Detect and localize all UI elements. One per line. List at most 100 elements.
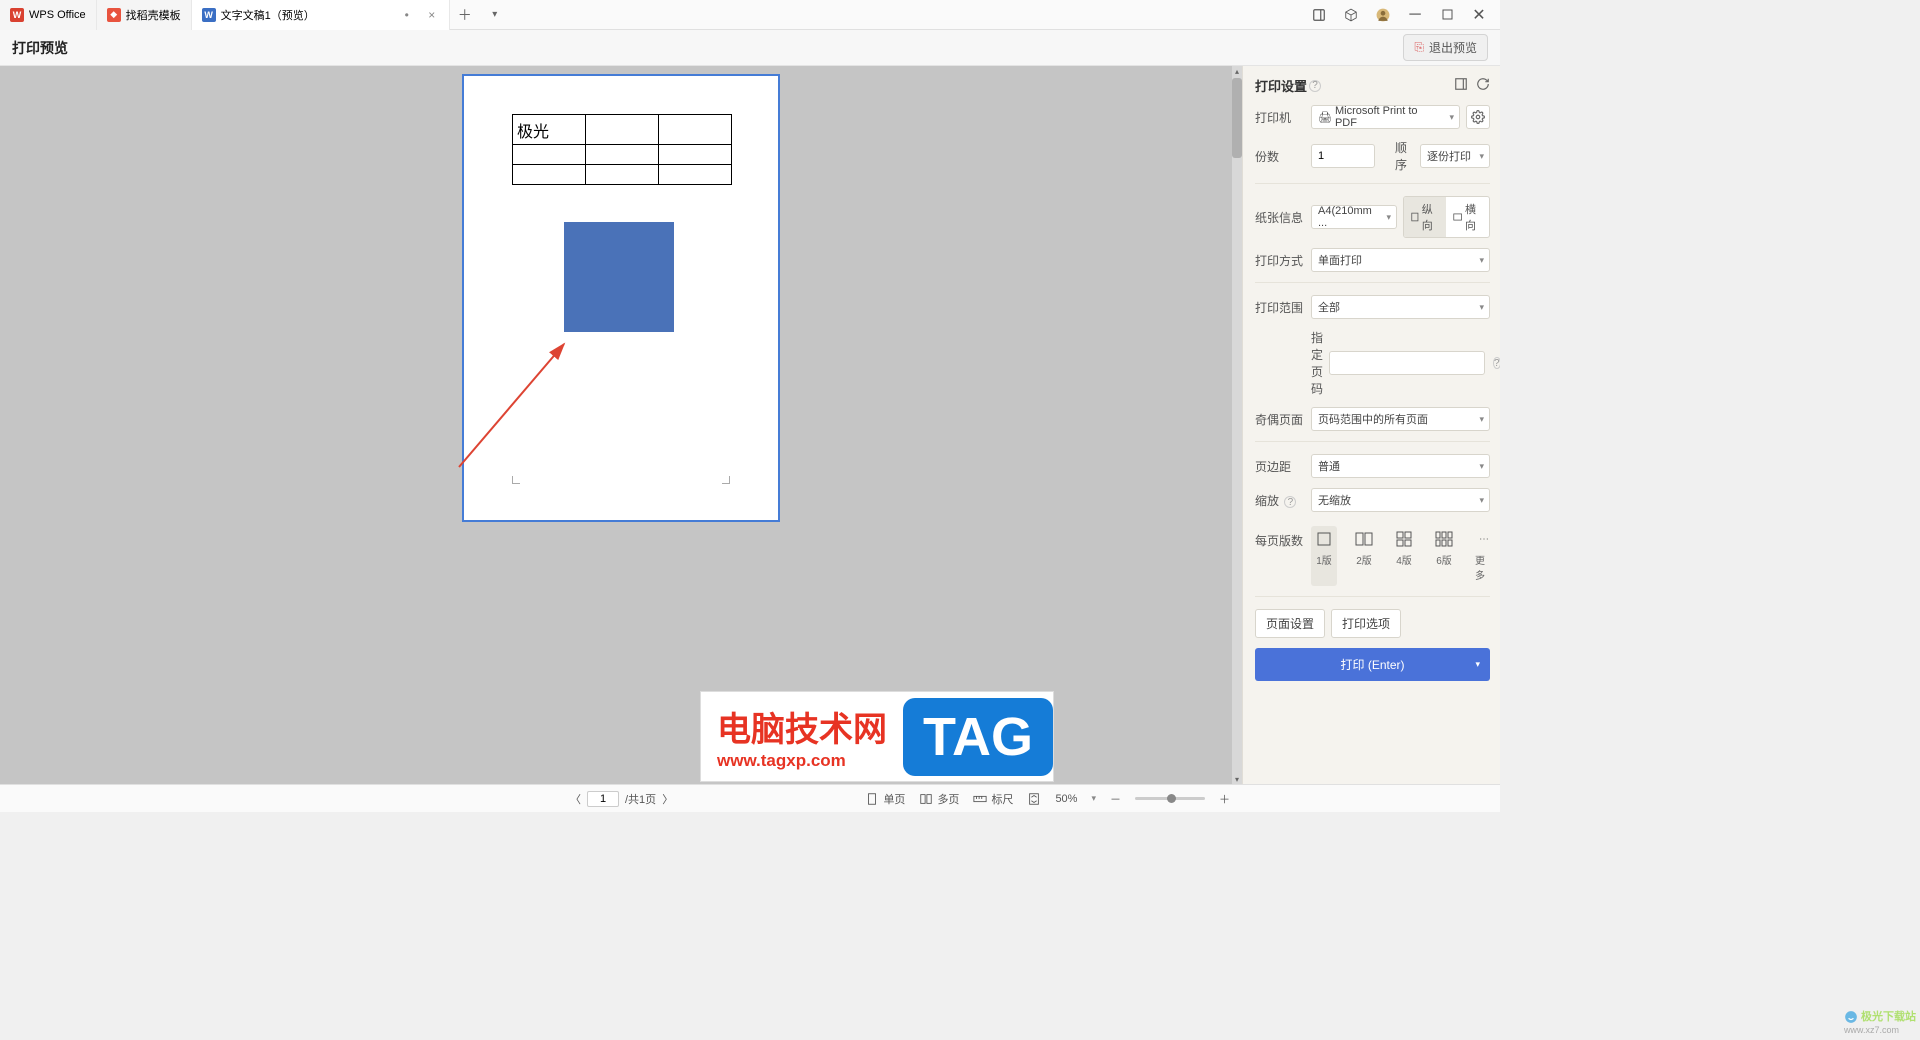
exit-preview-button[interactable]: ⎘ 退出预览 [1403, 34, 1488, 61]
preview-canvas[interactable]: 极光 ▴ ▾ 电脑技术网 www.tagxp.com [0, 66, 1242, 784]
method-select[interactable]: 单面打印 [1311, 248, 1490, 272]
paper-select-value: A4(210mm ... [1318, 205, 1378, 229]
help-icon[interactable]: ? [1493, 357, 1500, 369]
close-window-button[interactable]: ✕ [1466, 2, 1492, 28]
perpage-label: 每页版数 [1255, 522, 1305, 549]
page-number-input[interactable] [587, 791, 619, 807]
specify-page-input[interactable] [1329, 351, 1485, 375]
scroll-down-icon[interactable]: ▾ [1232, 774, 1242, 784]
paper-select[interactable]: A4(210mm ... [1311, 205, 1397, 229]
perpage-option-1[interactable]: 1版 [1311, 526, 1337, 586]
orientation-landscape[interactable]: 横向 [1446, 197, 1489, 237]
range-select-value: 全部 [1318, 299, 1340, 315]
perpage-label: 2版 [1356, 552, 1372, 567]
tab-label: 找稻壳模板 [126, 7, 181, 23]
tab-templates[interactable]: ◆ 找稻壳模板 [97, 0, 192, 30]
perpage-option-2[interactable]: 2版 [1351, 526, 1377, 586]
table-cell: 极光 [513, 115, 586, 145]
order-select[interactable]: 逐份打印 [1420, 144, 1490, 168]
preview-header: 打印预览 ⎘ 退出预览 [0, 30, 1500, 66]
orientation-portrait[interactable]: 纵向 [1404, 197, 1446, 237]
fit-page-button[interactable] [1027, 792, 1041, 806]
view-multi-page[interactable]: 多页 [919, 791, 959, 807]
perpage-option-4[interactable]: 4版 [1391, 526, 1417, 586]
parity-label: 奇偶页面 [1255, 411, 1305, 428]
main: 极光 ▴ ▾ 电脑技术网 www.tagxp.com [0, 66, 1500, 784]
next-page-button[interactable]: 〉 [662, 791, 673, 807]
watermark-text2: www.tagxp.com [717, 751, 887, 771]
page-title: 打印预览 [12, 38, 68, 58]
print-settings-panel: 打印设置 ? 打印机 🖨 Microsoft Print to PDF 份数 顺… [1242, 66, 1500, 784]
template-icon: ◆ [107, 8, 121, 22]
tab-document[interactable]: W 文字文稿1（预览） • × [192, 0, 450, 30]
word-icon: W [202, 8, 216, 22]
ruler-toggle[interactable]: 标尺 [973, 791, 1013, 807]
orientation-toggle: 纵向 横向 [1403, 196, 1490, 238]
maximize-button[interactable] [1434, 2, 1460, 28]
tab-menu-button[interactable]: ▾ [480, 9, 510, 20]
prev-page-button[interactable]: 〈 [570, 791, 581, 807]
panel-icon[interactable] [1306, 2, 1332, 28]
print-btn-label: 打印 (Enter) [1340, 656, 1404, 673]
zoom-out-button[interactable]: － [1110, 791, 1121, 807]
watermark-badge: TAG [903, 698, 1053, 776]
refresh-icon[interactable] [1476, 77, 1490, 94]
new-tab-button[interactable]: ＋ [450, 5, 480, 25]
method-select-value: 单面打印 [1318, 252, 1362, 268]
vertical-scrollbar[interactable]: ▴ ▾ [1232, 66, 1242, 784]
zoom-slider[interactable] [1135, 797, 1205, 800]
method-label: 打印方式 [1255, 252, 1305, 269]
page-setup-button[interactable]: 页面设置 [1255, 609, 1325, 638]
printer-settings-button[interactable] [1466, 105, 1490, 129]
zoom-slider-handle[interactable] [1167, 794, 1176, 803]
wps-icon: W [10, 8, 24, 22]
range-select[interactable]: 全部 [1311, 295, 1490, 319]
copies-label: 份数 [1255, 148, 1305, 165]
page-total-label: /共1页 [625, 791, 656, 807]
orient-portrait-label: 纵向 [1422, 201, 1439, 233]
print-options-button[interactable]: 打印选项 [1331, 609, 1401, 638]
exit-icon: ⎘ [1414, 40, 1424, 55]
watermark-overlay: 电脑技术网 www.tagxp.com TAG [700, 691, 1054, 782]
order-select-value: 逐份打印 [1427, 148, 1471, 164]
pages-2-icon [1355, 530, 1373, 548]
print-button[interactable]: 打印 (Enter) [1255, 648, 1490, 681]
watermark-site: 极光下载站 www.xz7.com [1844, 1008, 1916, 1036]
close-icon[interactable]: × [425, 8, 439, 22]
avatar-icon[interactable] [1370, 2, 1396, 28]
scroll-up-icon[interactable]: ▴ [1232, 66, 1242, 76]
view-multi-label: 多页 [937, 791, 959, 807]
printer-select[interactable]: 🖨 Microsoft Print to PDF [1311, 105, 1460, 129]
zoom-value: 50% [1055, 793, 1077, 805]
ruler-label: 标尺 [991, 791, 1013, 807]
scroll-thumb[interactable] [1232, 78, 1242, 158]
help-icon[interactable]: ? [1309, 80, 1321, 92]
perpage-option-6[interactable]: 6版 [1431, 526, 1457, 586]
minimize-button[interactable]: ─ [1402, 2, 1428, 28]
margin-select[interactable]: 普通 [1311, 454, 1490, 478]
parity-select[interactable]: 页码范围中的所有页面 [1311, 407, 1490, 431]
watermark-text1: 电脑技术网 [717, 702, 887, 751]
tab-label: 文字文稿1（预览） [221, 7, 315, 23]
layout-icon[interactable] [1454, 77, 1468, 94]
paper-label: 纸张信息 [1255, 209, 1305, 226]
pages-1-icon [1315, 530, 1333, 548]
orient-landscape-label: 横向 [1465, 201, 1482, 233]
order-label: 顺序 [1395, 139, 1414, 173]
zoom-in-button[interactable]: ＋ [1219, 791, 1230, 807]
view-single-page[interactable]: 单页 [865, 791, 905, 807]
cube-icon[interactable] [1338, 2, 1364, 28]
parity-select-value: 页码范围中的所有页面 [1318, 411, 1428, 427]
pages-4-icon [1395, 530, 1413, 548]
specify-page-label: 指定页码 [1311, 329, 1323, 397]
perpage-label: 4版 [1396, 552, 1412, 567]
modified-dot-icon: • [400, 8, 414, 22]
view-single-label: 单页 [883, 791, 905, 807]
scale-select[interactable]: 无缩放 [1311, 488, 1490, 512]
copies-input[interactable] [1311, 144, 1375, 168]
perpage-option-more[interactable]: ⋯ 更多 [1471, 526, 1497, 586]
tab-wps-office[interactable]: W WPS Office [0, 0, 97, 30]
printer-icon: 🖨 [1318, 111, 1332, 124]
chevron-down-icon[interactable]: ▾ [1091, 793, 1096, 804]
help-icon[interactable]: ? [1284, 496, 1296, 508]
